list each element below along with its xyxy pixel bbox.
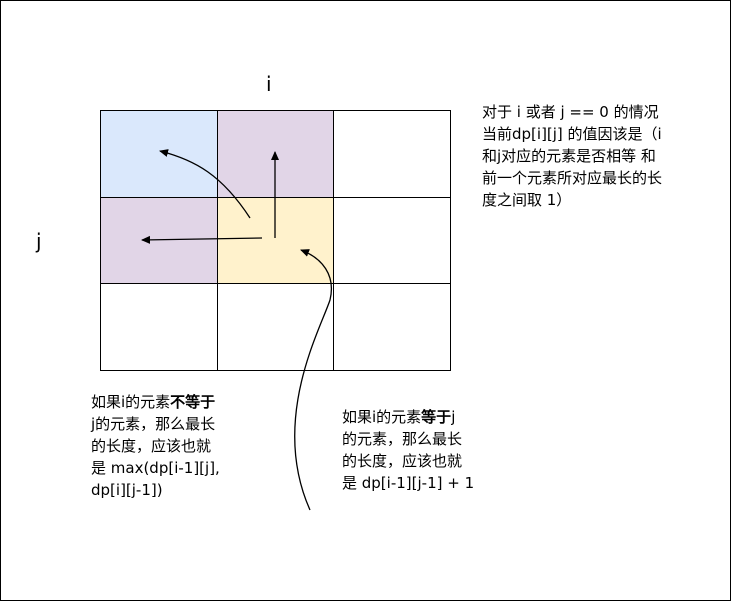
note-not-equal-part2: j的元素，那么最长 的长度，应该也就 是 max(dp[i-1][j], dp[…: [91, 415, 220, 499]
note-top-right: 对于 i 或者 j == 0 的情况 当前dp[i][j] 的值因该是（i 和j…: [482, 103, 663, 209]
note-equal-bold: 等于: [421, 408, 452, 426]
arrow-curved-from-note: [294, 249, 332, 511]
note-equal: 如果i的元素等于j 的元素，那么最长 的长度，应该也就 是 dp[i-1][j-…: [342, 406, 512, 494]
arrow-diagonal: [159, 149, 251, 219]
note-not-equal: 如果i的元素不等于 j的元素，那么最长 的长度，应该也就 是 max(dp[i-…: [91, 391, 261, 501]
note-not-equal-bold: 不等于: [170, 393, 216, 411]
arrow-left: [141, 235, 263, 244]
arrows-layer: [141, 149, 332, 511]
note-not-equal-part1: 如果i的元素: [91, 393, 171, 411]
note-equal-part1: 如果i的元素: [342, 408, 422, 426]
